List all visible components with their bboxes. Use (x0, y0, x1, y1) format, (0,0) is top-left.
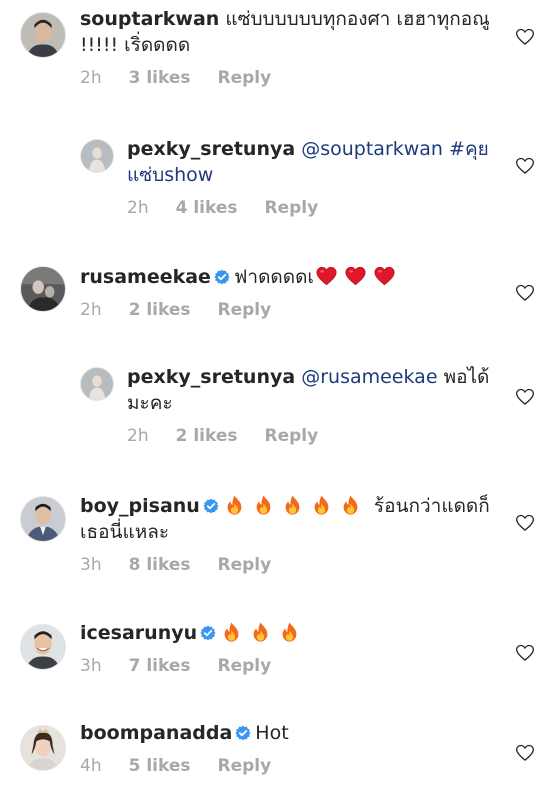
avatar[interactable] (20, 496, 66, 542)
comment-meta: 3h 7 likes Reply (80, 656, 499, 678)
comment-username[interactable]: boompanadda (80, 722, 232, 744)
likes-count[interactable]: 7 likes (129, 656, 191, 676)
like-heart-icon[interactable] (515, 387, 535, 407)
mention-link[interactable]: @rusameekae (301, 366, 437, 388)
comment-body: ฟาดดดดเ (233, 266, 314, 288)
comment-text: boompanadda Hot (80, 720, 499, 746)
red-heart-emoji (344, 265, 367, 287)
fire-emoji (252, 494, 275, 516)
verified-badge-icon (200, 625, 216, 641)
likes-count[interactable]: 4 likes (176, 198, 238, 218)
avatar[interactable] (20, 266, 66, 312)
comment-username[interactable]: pexky_sretunya (127, 366, 295, 388)
red-heart-emoji (315, 265, 338, 287)
reply-button[interactable]: Reply (265, 198, 319, 218)
comment-text: pexky_sretunya @rusameekae พอได้ มะคะ (127, 364, 499, 416)
comment-text: pexky_sretunya @souptarkwan #คุยแซ่บshow (127, 136, 499, 188)
verified-badge-icon (203, 498, 219, 514)
comment-meta: 4h 5 likes Reply (80, 756, 499, 778)
fire-emoji (339, 494, 362, 516)
comment-text: souptarkwan แซ่บบบบบบทุกองศา เฮฮาทุกอณู … (80, 6, 499, 58)
comment-body: Hot (255, 722, 289, 744)
avatar[interactable] (20, 725, 66, 771)
comment-time: 2h (80, 300, 102, 320)
comment-username[interactable]: rusameekae (80, 266, 211, 288)
comment-time: 3h (80, 555, 102, 575)
comment-text: icesarunyu (80, 620, 499, 646)
like-heart-icon[interactable] (515, 643, 535, 663)
likes-count[interactable]: 5 likes (129, 756, 191, 776)
comment-username[interactable]: souptarkwan (80, 8, 219, 30)
fire-emoji (220, 621, 243, 643)
fire-emoji (310, 494, 333, 516)
fire-emoji (278, 621, 301, 643)
comment-time: 3h (80, 656, 102, 676)
reply-button[interactable]: Reply (265, 426, 319, 446)
like-heart-icon[interactable] (515, 156, 535, 176)
comment-username[interactable]: pexky_sretunya (127, 138, 295, 160)
comment-time: 4h (80, 756, 102, 776)
reply-button[interactable]: Reply (218, 656, 272, 676)
comment-time: 2h (80, 68, 102, 88)
mention-link[interactable]: @souptarkwan (301, 138, 443, 160)
like-heart-icon[interactable] (515, 743, 535, 763)
fire-emoji (223, 494, 246, 516)
reply-button[interactable]: Reply (218, 756, 272, 776)
likes-count[interactable]: 8 likes (129, 555, 191, 575)
verified-badge-icon (214, 269, 230, 285)
comment-text: boy_pisanu ร้อนกว่าแดดก็เธอนี่แหละ (80, 493, 499, 545)
comment-meta: 2h 2 likes Reply (80, 300, 499, 322)
comment-username[interactable]: icesarunyu (80, 622, 197, 644)
reply-button[interactable]: Reply (218, 555, 272, 575)
likes-count[interactable]: 2 likes (129, 300, 191, 320)
verified-badge-icon (235, 725, 251, 741)
comment-meta: 2h 2 likes Reply (127, 426, 499, 448)
comment-meta: 2h 4 likes Reply (127, 198, 499, 220)
comment-time: 2h (127, 426, 149, 446)
reply-button[interactable]: Reply (218, 300, 272, 320)
avatar[interactable] (20, 12, 66, 58)
comment-text: rusameekae ฟาดดดดเ (80, 264, 499, 290)
likes-count[interactable]: 2 likes (176, 426, 238, 446)
comment-time: 2h (127, 198, 149, 218)
avatar[interactable] (80, 139, 114, 173)
avatar[interactable] (80, 367, 114, 401)
fire-emoji (281, 494, 304, 516)
reply-button[interactable]: Reply (218, 68, 272, 88)
red-heart-emoji (373, 265, 396, 287)
like-heart-icon[interactable] (515, 513, 535, 533)
fire-emoji (249, 621, 272, 643)
like-heart-icon[interactable] (515, 27, 535, 47)
like-heart-icon[interactable] (515, 283, 535, 303)
likes-count[interactable]: 3 likes (129, 68, 191, 88)
comment-meta: 3h 8 likes Reply (80, 555, 499, 577)
comment-username[interactable]: boy_pisanu (80, 495, 200, 517)
avatar[interactable] (20, 624, 66, 670)
comment-meta: 2h 3 likes Reply (80, 68, 499, 90)
